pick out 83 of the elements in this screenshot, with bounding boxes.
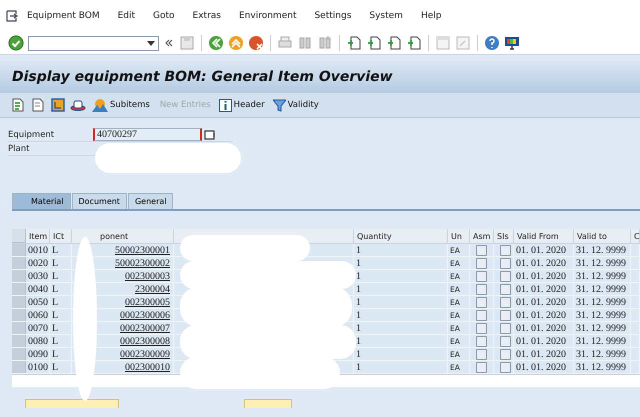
table-cell: 0050 bbox=[26, 296, 50, 308]
table-cell: 1 bbox=[354, 361, 448, 373]
table-cell: 01. 01. 2020 bbox=[514, 322, 574, 334]
equipment-field[interactable]: 40700297 bbox=[93, 128, 202, 141]
table-cell: L bbox=[50, 283, 72, 295]
tab[interactable]: General bbox=[128, 193, 174, 209]
table-cell: 01. 01. 2020 bbox=[514, 270, 574, 282]
table-cell: 1 bbox=[354, 244, 448, 256]
toolbar-button[interactable]: Subitems bbox=[90, 98, 152, 112]
table-cell: 0100 bbox=[26, 361, 50, 373]
column-header: Quantity bbox=[357, 232, 392, 240]
table-cell: 31. 12. 9999 bbox=[574, 322, 631, 334]
table-cell: 01. 01. 2020 bbox=[514, 348, 574, 360]
table-cell: 31. 12. 9999 bbox=[574, 283, 631, 295]
table-cell: 1 bbox=[354, 296, 448, 308]
table-cell: L bbox=[50, 270, 72, 282]
table-cell: 0030 bbox=[26, 270, 50, 282]
toolbar-button[interactable]: Validity bbox=[270, 98, 321, 112]
column-header: Asm bbox=[473, 232, 490, 240]
table-cell: 0060 bbox=[26, 309, 50, 321]
table-cell: 31. 12. 9999 bbox=[574, 244, 631, 256]
field-label: Plant bbox=[8, 144, 30, 154]
column-header: ponent bbox=[100, 232, 128, 240]
column-header: Valid to bbox=[577, 232, 607, 240]
menu-item[interactable]: Equipment BOM bbox=[18, 11, 109, 21]
table-cell: 31. 12. 9999 bbox=[574, 296, 631, 308]
table-cell: 0080 bbox=[26, 335, 50, 347]
column-header: Un bbox=[451, 232, 462, 240]
component-link[interactable]: 2300004 bbox=[135, 284, 170, 294]
tab[interactable]: Document bbox=[72, 193, 127, 209]
column-header: SIs bbox=[497, 232, 509, 240]
table-cell: 1 bbox=[354, 309, 448, 321]
table-cell: 01. 01. 2020 bbox=[514, 257, 574, 269]
component-link[interactable]: 0002300009 bbox=[120, 348, 170, 360]
column-header: Item bbox=[29, 232, 48, 240]
table-cell: 0040 bbox=[26, 283, 50, 295]
table-cell: 31. 12. 9999 bbox=[574, 309, 631, 321]
table-cell: L bbox=[50, 257, 72, 269]
table-cell: 31. 12. 9999 bbox=[574, 361, 631, 373]
menu-item[interactable]: Extras bbox=[184, 11, 230, 21]
table-cell: L bbox=[50, 322, 72, 334]
table-cell: L bbox=[50, 244, 72, 256]
table-cell: 01. 01. 2020 bbox=[514, 283, 574, 295]
table-cell: 01. 01. 2020 bbox=[514, 309, 574, 321]
table-cell: 01. 01. 2020 bbox=[514, 296, 574, 308]
table-cell: 31. 12. 9999 bbox=[574, 257, 631, 269]
table-cell: 0020 bbox=[26, 257, 50, 269]
table-cell: 01. 01. 2020 bbox=[514, 361, 574, 373]
table-cell: 31. 12. 9999 bbox=[574, 270, 631, 282]
table-cell: 31. 12. 9999 bbox=[574, 335, 631, 347]
menu-item[interactable]: Environment bbox=[230, 11, 306, 21]
component-link[interactable]: 0002300006 bbox=[120, 310, 170, 320]
field-label: Equipment bbox=[8, 130, 56, 140]
component-link[interactable]: 50002300002 bbox=[115, 258, 170, 268]
table-cell: 01. 01. 2020 bbox=[514, 335, 574, 347]
table-cell: L bbox=[50, 309, 72, 321]
component-link[interactable]: 002300010 bbox=[125, 362, 170, 372]
component-link[interactable]: 0002300007 bbox=[120, 322, 170, 334]
table-cell: L bbox=[50, 361, 72, 373]
table-cell: L bbox=[50, 296, 72, 308]
table-cell: 1 bbox=[354, 283, 448, 295]
toolbar-button[interactable]: Header bbox=[216, 98, 267, 112]
column-header: Valid From bbox=[517, 232, 559, 240]
table-cell: 0070 bbox=[26, 322, 50, 334]
table-cell: 0010 bbox=[26, 244, 50, 256]
menu-item[interactable]: System bbox=[360, 11, 412, 21]
menu-item[interactable]: Edit bbox=[108, 11, 144, 21]
table-cell: 0090 bbox=[26, 348, 50, 360]
component-link[interactable]: 0002300008 bbox=[120, 336, 170, 346]
table-cell: L bbox=[50, 348, 72, 360]
tab[interactable]: Material bbox=[12, 193, 70, 209]
menu-item[interactable]: Settings bbox=[305, 11, 360, 21]
component-link[interactable]: 002300005 bbox=[125, 296, 170, 308]
column-header: ICt bbox=[53, 232, 64, 240]
component-link[interactable]: 002300003 bbox=[125, 270, 170, 282]
screen-title: Display equipment BOM: General Item Overview bbox=[0, 61, 640, 93]
table-cell: L bbox=[50, 335, 72, 347]
component-link[interactable]: 50002300001 bbox=[115, 244, 170, 256]
table-cell: 01. 01. 2020 bbox=[514, 244, 574, 256]
menu-item[interactable]: Help bbox=[412, 11, 450, 21]
column-header: C bbox=[634, 232, 639, 240]
table-cell: 31. 12. 9999 bbox=[574, 348, 631, 360]
menu-item[interactable]: Goto bbox=[144, 11, 184, 21]
